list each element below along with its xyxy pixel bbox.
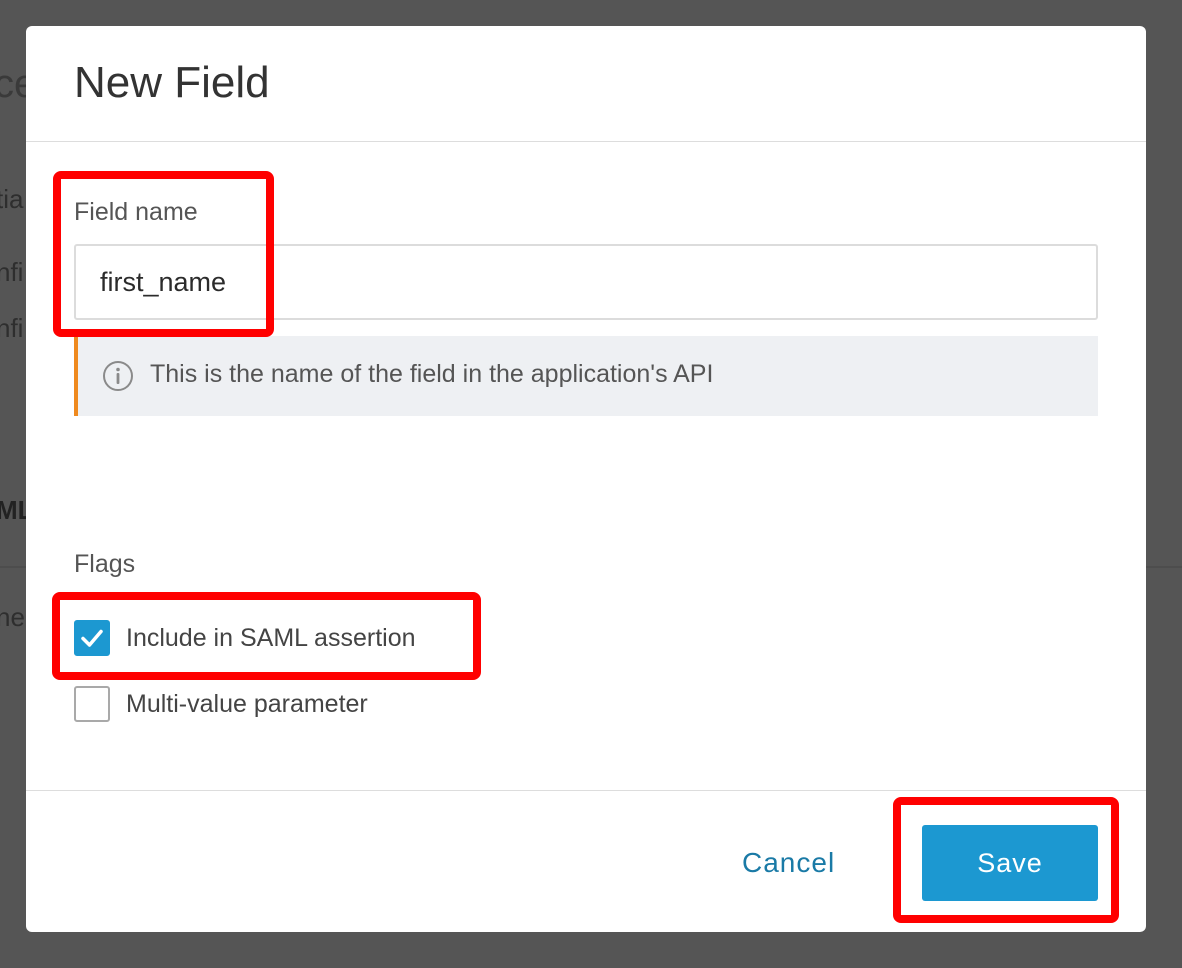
field-name-hint: This is the name of the field in the app… bbox=[74, 336, 1098, 416]
background-text: nfi bbox=[0, 257, 24, 287]
field-name-input[interactable] bbox=[74, 244, 1098, 320]
background-divider bbox=[1146, 566, 1182, 568]
save-button[interactable]: Save bbox=[922, 825, 1098, 901]
info-circle-icon bbox=[103, 361, 133, 391]
multi-value-parameter-option[interactable]: Multi-value parameter bbox=[74, 686, 368, 722]
new-field-dialog: New Field Field name This is the name of… bbox=[26, 26, 1146, 932]
background-divider bbox=[0, 566, 26, 568]
dialog-footer: Cancel Save bbox=[26, 790, 1146, 932]
dialog-title: New Field bbox=[74, 58, 270, 107]
include-in-saml-assertion-option[interactable]: Include in SAML assertion bbox=[74, 620, 416, 656]
background-text: ne bbox=[0, 602, 25, 632]
checkbox-label: Multi-value parameter bbox=[126, 689, 368, 718]
cancel-button[interactable]: Cancel bbox=[742, 843, 835, 883]
flags-label: Flags bbox=[74, 550, 136, 578]
include-in-saml-assertion-checkbox[interactable] bbox=[74, 620, 110, 656]
background-text: tia bbox=[0, 184, 24, 214]
background-text: nfi bbox=[0, 313, 24, 343]
dialog-header: New Field bbox=[26, 26, 1146, 142]
hint-text: This is the name of the field in the app… bbox=[150, 360, 714, 388]
multi-value-parameter-checkbox[interactable] bbox=[74, 686, 110, 722]
field-name-label: Field name bbox=[74, 198, 198, 226]
checkbox-label: Include in SAML assertion bbox=[126, 623, 416, 652]
checkmark-icon bbox=[81, 629, 103, 647]
